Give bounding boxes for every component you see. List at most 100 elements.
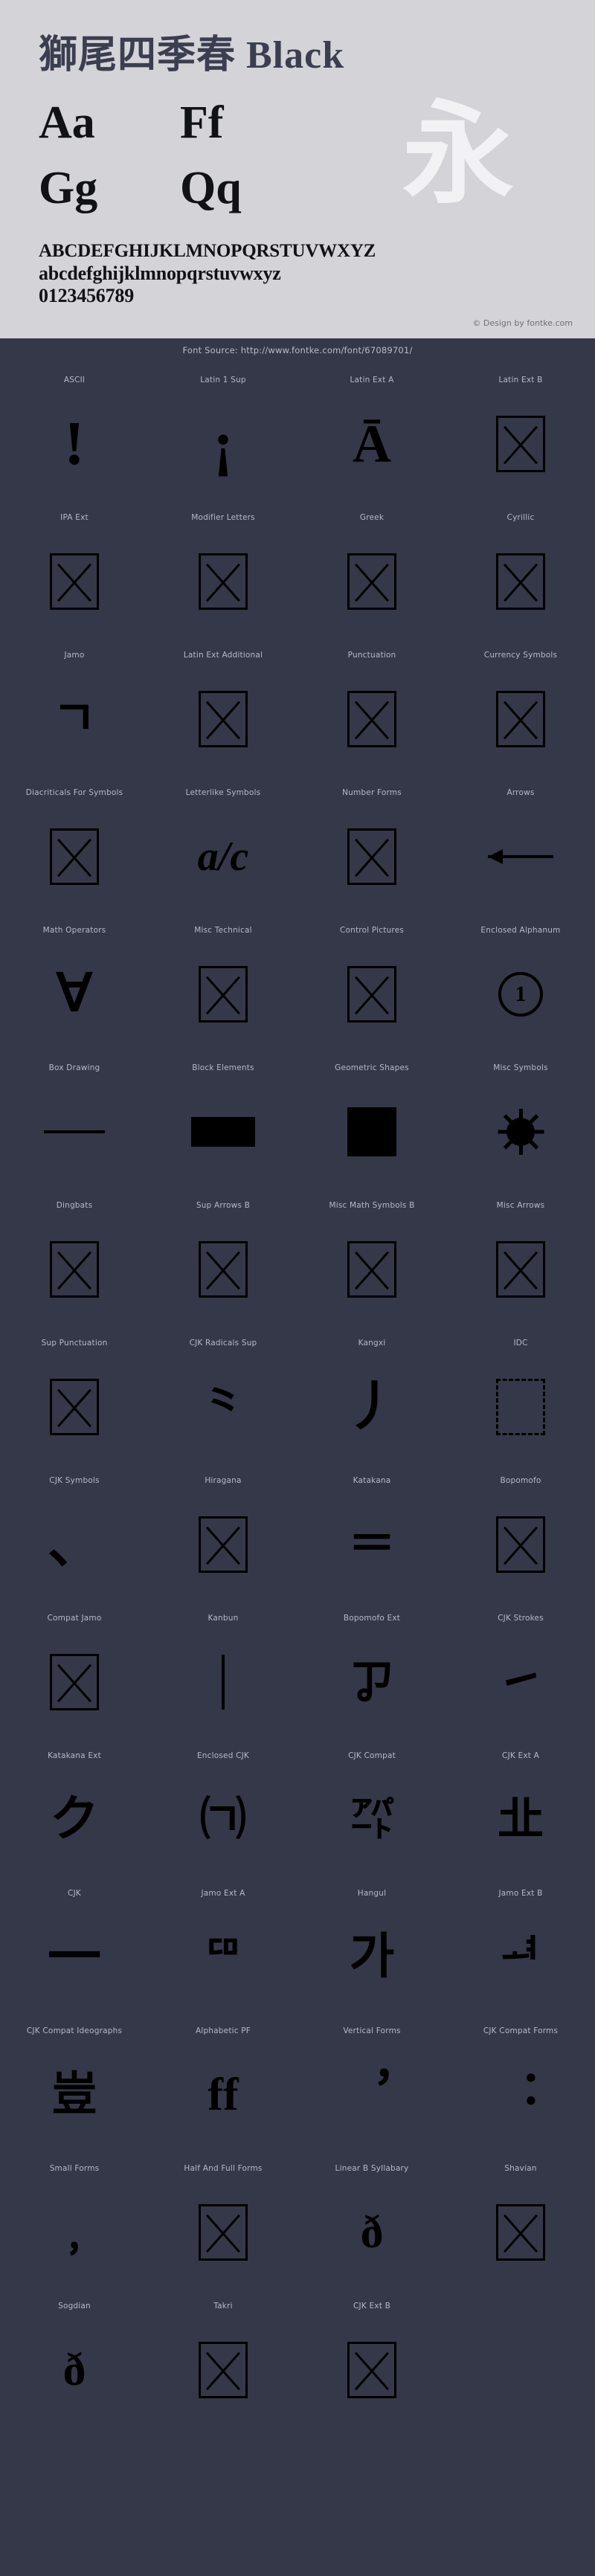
sample-glyph: ꥠ	[203, 1932, 243, 1981]
unicode-block-cell[interactable]: Small Forms ﹐	[0, 2154, 149, 2291]
sample-glyph: ¡	[213, 408, 234, 478]
unicode-block-cell[interactable]: Kanbun	[149, 1603, 298, 1741]
alphabet-digits: 0123456789	[39, 285, 135, 307]
unicode-block-cell[interactable]: Katakana ＝	[298, 1466, 446, 1603]
unicode-block-glyph: 豈	[0, 2035, 149, 2154]
unicode-block-cell[interactable]: CJK 一	[0, 1878, 149, 2016]
unicode-block-cell[interactable]: Box Drawing	[0, 1053, 149, 1191]
unicode-block-cell[interactable]	[446, 2291, 595, 2429]
unicode-block-cell[interactable]: Block Elements	[149, 1053, 298, 1191]
circled-number-glyph: 1	[498, 971, 543, 1017]
unicode-block-cell[interactable]: Jamo Ext A ꥠ	[149, 1878, 298, 2016]
unicode-block-cell[interactable]: Sup Arrows B	[149, 1191, 298, 1328]
unicode-block-cell[interactable]: Greek	[298, 503, 446, 640]
unicode-block-glyph: ¡	[149, 384, 298, 503]
unicode-block-cell[interactable]: CJK Compat ㌀	[298, 1741, 446, 1878]
unicode-block-glyph	[446, 797, 595, 915]
unicode-block-cell[interactable]: Sup Punctuation	[0, 1328, 149, 1466]
unicode-block-label: ASCII	[63, 376, 86, 385]
unicode-block-cell[interactable]: CJK Radicals Sup ⺀	[149, 1328, 298, 1466]
sample-glyph: !	[64, 408, 85, 478]
unicode-block-cell[interactable]: Misc Technical	[149, 915, 298, 1053]
unicode-block-cell[interactable]: Control Pictures	[298, 915, 446, 1053]
sample-glyph: ff	[208, 2069, 239, 2120]
unicode-block-cell[interactable]: Bopomofo Ext ㆡ	[298, 1603, 446, 1741]
unicode-block-glyph: ힰ	[446, 1898, 595, 2016]
block-row: Dingbats Sup Arrows B Misc Math Symbols B M…	[0, 1191, 595, 1328]
unicode-block-glyph	[149, 1485, 298, 1603]
unicode-block-cell[interactable]: CJK Compat Ideographs 豈	[0, 2016, 149, 2154]
unicode-block-glyph: ð	[298, 2173, 446, 2291]
sample-glyph: ⺀	[199, 1379, 247, 1433]
unicode-block-glyph: ︐	[298, 2035, 446, 2154]
sample-glyph: Ā	[353, 413, 391, 474]
unicode-block-glyph	[0, 522, 149, 640]
unicode-block-cell[interactable]: Latin Ext B	[446, 365, 595, 503]
unicode-block-cell[interactable]: Bopomofo	[446, 1466, 595, 1603]
unicode-block-label: Takri	[213, 2302, 233, 2311]
unicode-block-cell[interactable]: Geometric Shapes	[298, 1053, 446, 1191]
font-source-link[interactable]: Font Source: http://www.fontke.com/font/…	[0, 338, 595, 364]
unicode-block-cell[interactable]: Latin 1 Sup ¡	[149, 365, 298, 503]
unicode-block-glyph	[149, 660, 298, 778]
unicode-block-label: CJK Compat Forms	[483, 2026, 559, 2036]
unicode-block-cell[interactable]: Misc Arrows	[446, 1191, 595, 1328]
unicode-block-cell[interactable]: Hiragana	[149, 1466, 298, 1603]
unicode-block-glyph: a/c	[149, 797, 298, 915]
unicode-block-cell[interactable]: Alphabetic PF ff	[149, 2016, 298, 2154]
unicode-block-cell[interactable]: Enclosed CJK ㈀	[149, 1741, 298, 1878]
unicode-block-cell[interactable]: Jamo Ext B ힰ	[446, 1878, 595, 2016]
unicode-block-glyph: !	[0, 384, 149, 503]
unicode-block-cell[interactable]: Takri	[149, 2291, 298, 2429]
unicode-block-glyph	[446, 1072, 595, 1191]
unicode-block-cell[interactable]: Hangul 가	[298, 1878, 446, 2016]
unicode-block-cell[interactable]: Modifier Letters	[149, 503, 298, 640]
missing-glyph-box	[199, 1516, 248, 1573]
unicode-block-label: Jamo Ext A	[201, 1889, 245, 1899]
unicode-block-cell[interactable]: IPA Ext	[0, 503, 149, 640]
unicode-block-cell[interactable]: CJK Ext B	[298, 2291, 446, 2429]
unicode-block-cell[interactable]: Dingbats	[0, 1191, 149, 1328]
unicode-block-label: Sup Punctuation	[41, 1339, 108, 1348]
missing-glyph-box	[496, 2203, 545, 2261]
unicode-block-cell[interactable]: Arrows	[446, 778, 595, 915]
unicode-block-cell[interactable]: Misc Symbols	[446, 1053, 595, 1191]
unicode-block-glyph: ⺀	[149, 1347, 298, 1466]
unicode-block-cell[interactable]: Jamo ㄱ	[0, 640, 149, 778]
unicode-block-cell[interactable]: Number Forms	[298, 778, 446, 915]
unicode-block-label: Modifier Letters	[191, 513, 255, 523]
block-row: Jamo ㄱ Latin Ext Additional Punctuation Curr…	[0, 640, 595, 778]
unicode-block-cell[interactable]: Currency Symbols	[446, 640, 595, 778]
unicode-block-cell[interactable]: IDC	[446, 1328, 595, 1466]
unicode-block-label: Bopomofo	[500, 1476, 541, 1486]
unicode-block-glyph: ㈀	[149, 1760, 298, 1878]
unicode-block-cell[interactable]: Vertical Forms ︐	[298, 2016, 446, 2154]
unicode-block-cell[interactable]: ASCII!	[0, 365, 149, 503]
unicode-block-glyph	[446, 1210, 595, 1328]
unicode-block-cell[interactable]: Diacriticals For Symbols	[0, 778, 149, 915]
unicode-block-cell[interactable]: Misc Math Symbols B	[298, 1191, 446, 1328]
unicode-block-cell[interactable]: Math Operators ∀	[0, 915, 149, 1053]
unicode-block-cell[interactable]: Latin Ext A Ā	[298, 365, 446, 503]
unicode-block-cell[interactable]: Sogdian ð	[0, 2291, 149, 2429]
unicode-block-label: Misc Technical	[194, 926, 252, 936]
missing-glyph-box	[496, 415, 545, 472]
unicode-block-cell[interactable]: CJK Compat Forms ︓	[446, 2016, 595, 2154]
unicode-block-cell[interactable]: CJK Strokes ㇀	[446, 1603, 595, 1741]
unicode-block-cell[interactable]: Cyrillic	[446, 503, 595, 640]
unicode-block-cell[interactable]: Letterlike Symbols a/c	[149, 778, 298, 915]
unicode-block-cell[interactable]: Kangxi ⼃	[298, 1328, 446, 1466]
dashed-placeholder-box	[496, 1378, 545, 1435]
sample-glyph: ㌀	[350, 1794, 393, 1844]
unicode-block-glyph	[149, 522, 298, 640]
unicode-block-cell[interactable]: Punctuation	[298, 640, 446, 778]
unicode-block-cell[interactable]: CJK Ext A 㐀	[446, 1741, 595, 1878]
unicode-block-cell[interactable]: Compat Jamo	[0, 1603, 149, 1741]
unicode-block-cell[interactable]: Enclosed Alphanum 1	[446, 915, 595, 1053]
unicode-block-cell[interactable]: Linear B Syllabary ð	[298, 2154, 446, 2291]
unicode-block-cell[interactable]: Latin Ext Additional	[149, 640, 298, 778]
unicode-block-cell[interactable]: CJK Symbols 、	[0, 1466, 149, 1603]
unicode-block-cell[interactable]: Half And Full Forms	[149, 2154, 298, 2291]
unicode-block-cell[interactable]: Katakana Ext ク	[0, 1741, 149, 1878]
unicode-block-cell[interactable]: Shavian	[446, 2154, 595, 2291]
